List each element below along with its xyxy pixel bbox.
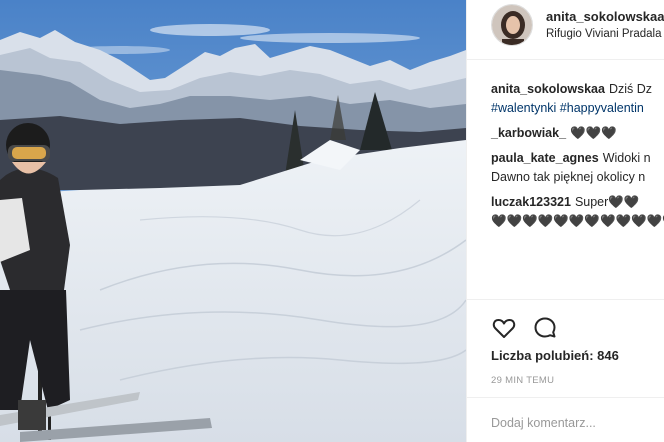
divider [467,299,664,300]
post-photo[interactable] [0,0,466,442]
speech-bubble-icon[interactable] [532,315,558,341]
heart-outline-icon[interactable] [491,315,517,341]
caption-text: Dziś Dz [608,82,653,96]
post-header: anita_sokolowskaa Rifugio Viviani Pradal… [467,0,664,60]
caption-hashtags[interactable]: #walentynki #happyvalentin [491,99,664,118]
caption: anita_sokolowskaa Dziś Dz [491,80,664,99]
comment-item: luczak123321 Super🖤🖤 [491,193,664,212]
comment-username[interactable]: luczak123321 [491,195,571,209]
comment-item: paula_kate_agnes Widoki n [491,149,664,168]
add-comment-input[interactable]: Dodaj komentarz... [491,416,596,430]
comment-username[interactable]: paula_kate_agnes [491,151,599,165]
post-timestamp[interactable]: 29 MIN TEMU [491,375,554,386]
post-location[interactable]: Rifugio Viviani Pradala [546,28,662,40]
comment-username[interactable]: _karbowiak_ [491,126,566,140]
comment-text: 🖤🖤🖤 [570,126,617,140]
divider [467,397,664,398]
comments-list: anita_sokolowskaa Dziś Dz #walentynki #ha… [491,80,664,231]
likes-count[interactable]: Liczba polubień: 846 [491,348,619,363]
author-username[interactable]: anita_sokolowskaa [546,9,664,24]
comment-text: Super🖤🖤 [574,195,640,209]
comment-text-line2: Dawno tak pięknej okolicy n [491,170,646,184]
comment-text: Widoki n [602,151,651,165]
post-photo-image [0,0,466,442]
caption-username[interactable]: anita_sokolowskaa [491,82,605,96]
comment-text-line2: 🖤🖤🖤🖤🖤🖤🖤🖤🖤🖤🖤🖤 [491,214,664,228]
avatar[interactable] [491,4,533,46]
comment-item: _karbowiak_ 🖤🖤🖤 [491,124,664,143]
post-sidebar: anita_sokolowskaa Rifugio Viviani Pradal… [466,0,664,442]
